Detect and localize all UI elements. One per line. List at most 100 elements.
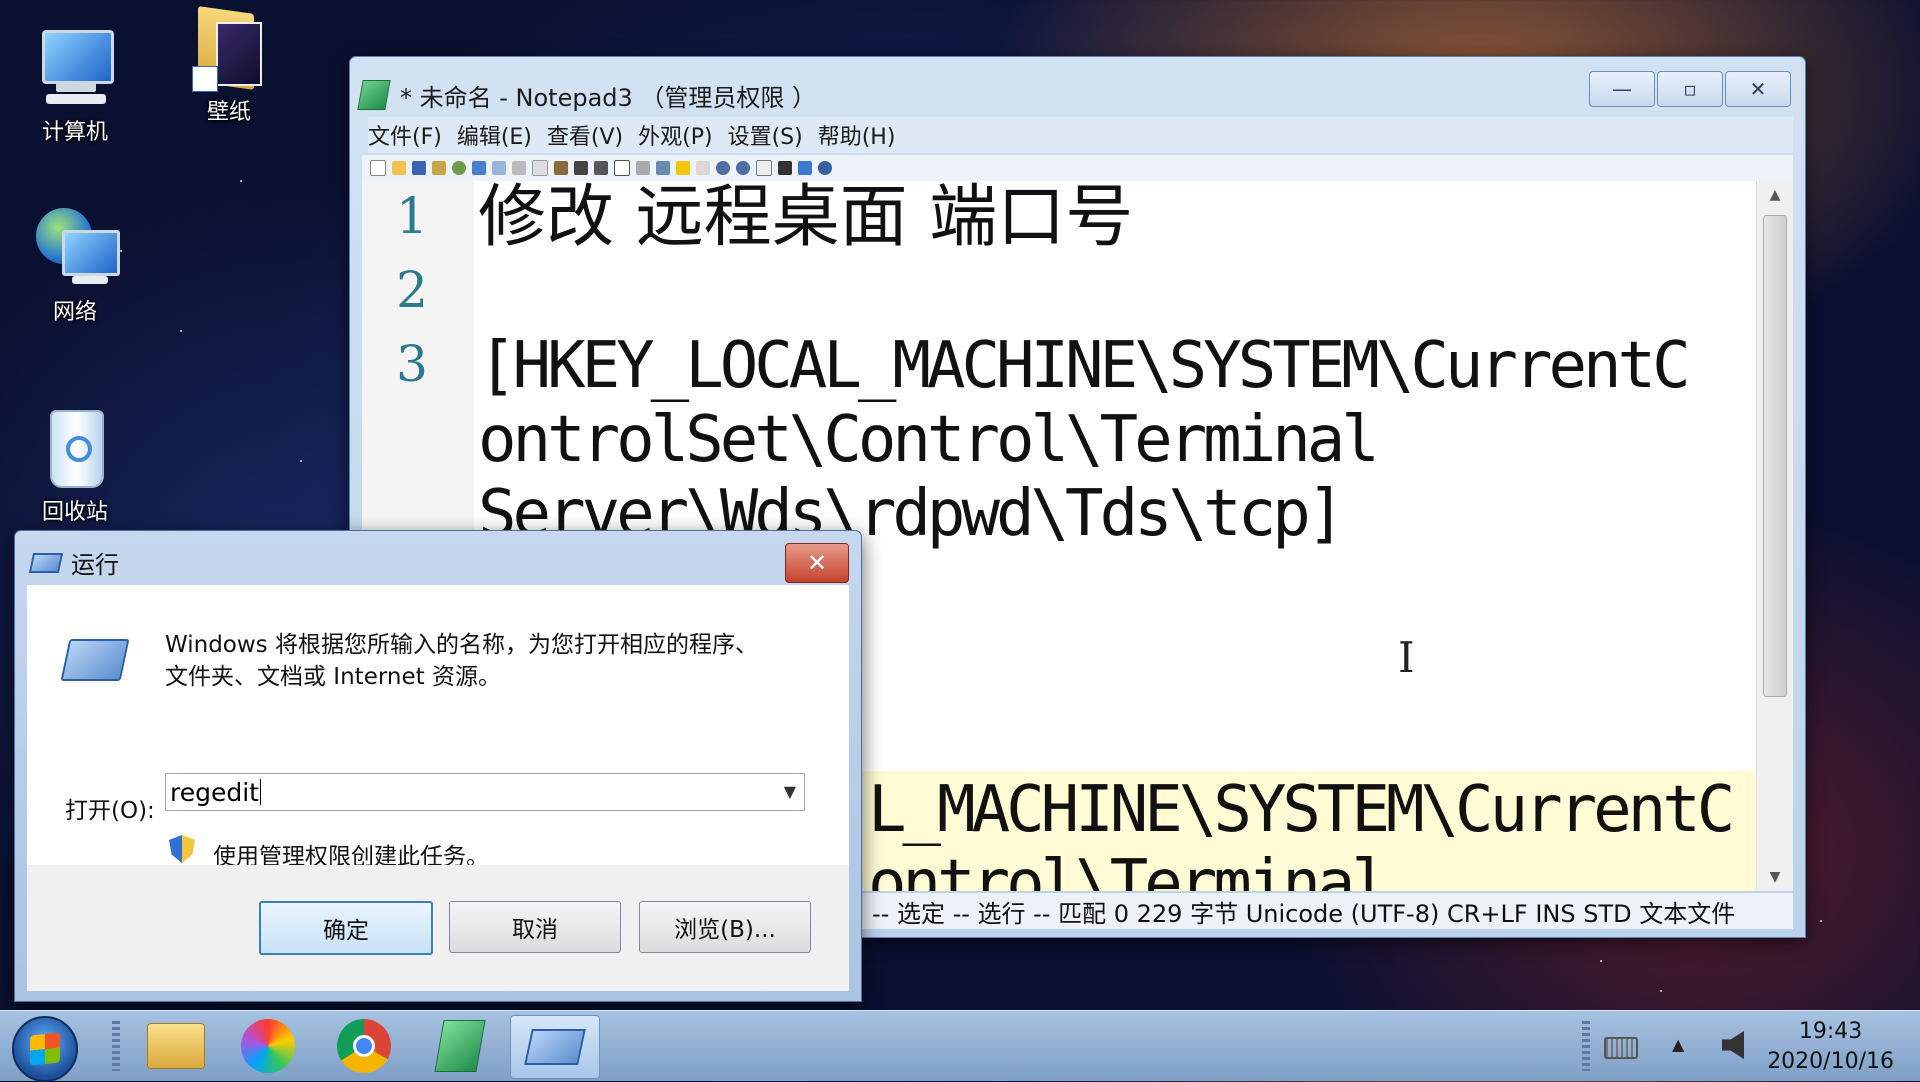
desktop-icon-recycle-bin[interactable]: 回收站	[20, 404, 130, 526]
notepad-titlebar[interactable]: * 未命名 - Notepad3 （管理员权限 ）	[357, 75, 817, 115]
zoom-icon[interactable]	[636, 161, 650, 175]
run-body: Windows 将根据您所输入的名称，为您打开相应的程序、 文件夹、文档或 In…	[27, 585, 849, 870]
taskbar-grip[interactable]	[112, 1021, 120, 1071]
taskbar-browser[interactable]	[224, 1015, 312, 1077]
print-icon[interactable]	[452, 161, 466, 175]
run-command-input[interactable]: regedit ▼	[165, 773, 805, 811]
copy-icon[interactable]	[532, 160, 548, 176]
computer-icon	[32, 24, 118, 110]
save-as-icon[interactable]	[432, 161, 446, 175]
menu-appearance[interactable]: 外观(P)	[638, 119, 712, 151]
volume-icon[interactable]	[1722, 1031, 1744, 1059]
code-line: L_MACHINE\SYSTEM\CurrentC	[868, 773, 1735, 847]
menu-view[interactable]: 查看(V)	[547, 119, 623, 151]
maximize-button[interactable]: ▫	[1657, 71, 1723, 107]
browser-icon	[241, 1019, 295, 1073]
recycle-bin-icon	[32, 404, 118, 490]
save-icon[interactable]	[412, 161, 426, 175]
zoom-out-icon[interactable]	[736, 161, 750, 175]
new-file-icon[interactable]	[370, 160, 386, 176]
close-button[interactable]: ✕	[1725, 71, 1791, 107]
network-icon	[32, 204, 120, 290]
desktop-icon-network[interactable]: 网络	[20, 204, 130, 326]
run-description: Windows 将根据您所输入的名称，为您打开相应的程序、 文件夹、文档或 In…	[165, 629, 758, 693]
wordwrap-icon[interactable]	[614, 160, 630, 176]
window-icon[interactable]	[778, 161, 792, 175]
zoom-in-icon[interactable]	[716, 161, 730, 175]
taskbar-explorer[interactable]	[132, 1015, 220, 1077]
notepad3-icon	[434, 1020, 486, 1072]
minimize-button[interactable]: —	[1589, 71, 1655, 107]
folder-icon	[186, 4, 272, 92]
desktop-icon-label: 回收站	[41, 500, 108, 525]
run-small-icon	[28, 552, 64, 573]
browse-button[interactable]: 浏览(B)...	[639, 901, 811, 953]
undo-icon[interactable]	[472, 161, 486, 175]
paste-icon[interactable]	[554, 161, 568, 175]
cut-icon[interactable]	[512, 161, 526, 175]
pin-icon[interactable]	[798, 161, 812, 175]
desktop-icon-label: 计算机	[41, 120, 108, 145]
clock-time: 19:43	[1798, 1019, 1863, 1044]
folder-icon	[147, 1023, 205, 1069]
taskbar-notepad3[interactable]	[416, 1015, 504, 1077]
open-label: 打开(O):	[65, 798, 155, 824]
replace-icon[interactable]	[594, 161, 608, 175]
ok-button[interactable]: 确定	[259, 901, 433, 955]
code-line: 修改 远程桌面 端口号	[478, 181, 1134, 257]
desktop-icon-computer[interactable]: 计算机	[20, 24, 130, 146]
run-dialog[interactable]: 运行 ✕ Windows 将根据您所输入的名称，为您打开相应的程序、 文件夹、文…	[14, 530, 862, 1002]
start-button[interactable]	[12, 1016, 78, 1082]
code-line: [HKEY_LOCAL_MACHINE\SYSTEM\CurrentC	[478, 329, 1691, 403]
run-close-button[interactable]: ✕	[785, 543, 849, 583]
run-program-icon	[524, 1029, 586, 1065]
notepad-title: * 未命名 - Notepad3 （管理员权限 ）	[400, 83, 817, 112]
taskbar-grip[interactable]	[1582, 1021, 1590, 1071]
notepad3-icon	[357, 80, 391, 110]
vertical-scrollbar[interactable]: ▲ ▼	[1756, 181, 1793, 891]
keyboard-icon[interactable]	[1604, 1037, 1638, 1059]
clock[interactable]: 19:43 2020/10/16	[1767, 1017, 1894, 1077]
scroll-down-icon[interactable]: ▼	[1757, 869, 1793, 885]
cancel-button[interactable]: 取消	[449, 901, 621, 953]
run-description-line: Windows 将根据您所输入的名称，为您打开相应的程序、	[165, 632, 758, 658]
menu-edit[interactable]: 编辑(E)	[457, 119, 532, 151]
close-document-icon[interactable]	[818, 161, 832, 175]
desktop-icon-label: 网络	[52, 300, 97, 325]
taskbar-chrome[interactable]	[320, 1015, 408, 1077]
close-icon: ✕	[806, 549, 828, 577]
search-icon[interactable]	[656, 161, 670, 175]
dropdown-arrow-icon[interactable]: ▼	[784, 782, 796, 801]
toolbar	[362, 155, 1793, 182]
menu-bar: 文件(F) 编辑(E) 查看(V) 外观(P) 设置(S) 帮助(H)	[368, 117, 1793, 153]
show-hidden-icons-icon[interactable]: ▲	[1672, 1035, 1684, 1054]
run-program-icon	[60, 639, 130, 681]
menu-help[interactable]: 帮助(H)	[818, 119, 896, 151]
clock-date: 2020/10/16	[1767, 1049, 1894, 1074]
taskbar-run[interactable]	[510, 1015, 600, 1079]
favorite-icon[interactable]	[676, 161, 690, 175]
menu-settings[interactable]: 设置(S)	[728, 119, 803, 151]
line-number: 2	[396, 261, 428, 319]
run-description-line: 文件夹、文档或 Internet 资源。	[165, 664, 501, 690]
favorite-add-icon[interactable]	[696, 161, 710, 175]
line-number: 3	[396, 335, 428, 393]
scroll-up-icon[interactable]: ▲	[1757, 187, 1793, 203]
open-file-icon[interactable]	[392, 161, 406, 175]
scheme-icon[interactable]	[756, 160, 772, 176]
find-icon[interactable]	[574, 161, 588, 175]
redo-icon[interactable]	[492, 161, 506, 175]
text-cursor-icon: I	[1398, 633, 1415, 682]
windows-logo-icon	[30, 1032, 60, 1066]
taskbar: ▲ 19:43 2020/10/16	[0, 1010, 1920, 1082]
code-line: ontrol\Terminal	[868, 847, 1390, 891]
desktop-icon-wallpaper[interactable]: 壁纸	[174, 4, 284, 126]
run-input-value: regedit	[170, 777, 259, 807]
uac-shield-icon	[169, 835, 195, 863]
text-caret	[259, 779, 261, 805]
run-button-bar: 确定 取消 浏览(B)...	[27, 865, 849, 991]
run-titlebar[interactable]: 运行	[28, 545, 119, 580]
shortcut-arrow-icon	[192, 66, 218, 92]
scrollbar-thumb[interactable]	[1763, 215, 1787, 697]
menu-file[interactable]: 文件(F)	[368, 119, 442, 151]
